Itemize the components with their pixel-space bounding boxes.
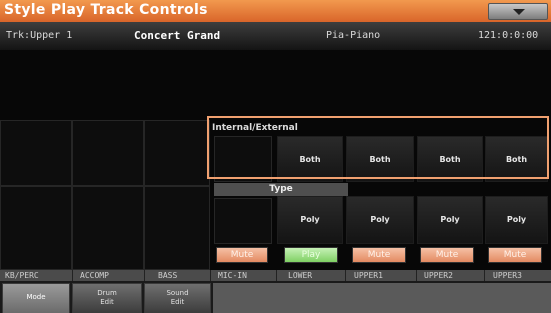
track-label-accomp: ACCOMP [80,271,109,280]
divider [144,270,145,281]
internal-external-highlight [207,116,549,179]
empty-cell [0,186,72,270]
tab-drum-edit[interactable]: Drum Edit [72,283,142,313]
track-label-kb-perc: KB/PERC [5,271,39,280]
divider [416,270,417,281]
empty-cell [72,120,144,186]
song-position: 121:0:0:00 [478,30,539,41]
lower-type[interactable]: Poly [277,196,343,244]
divider [276,270,277,281]
upper3-mute-button[interactable]: Mute [488,247,542,263]
lower-play-button[interactable]: Play [284,247,338,263]
track-info: Trk:Upper 1 [6,30,73,41]
track-label-bass: BASS [158,271,178,280]
track-name-bar: KB/PERC ACCOMP BASS MIC-IN LOWER UPPER1 … [0,270,551,281]
track-label-lower: LOWER [288,271,313,280]
upper3-type[interactable]: Poly [485,196,548,244]
tab-bar: Mode Drum Edit Sound Edit [0,281,551,313]
upper2-type[interactable]: Poly [417,196,483,244]
chevron-down-icon [513,9,525,15]
tab-mode[interactable]: Mode [2,283,70,313]
track-label-upper2: UPPER2 [424,271,453,280]
empty-cell [72,186,144,270]
upper2-mute-button[interactable]: Mute [420,247,474,263]
track-label-upper1: UPPER1 [354,271,383,280]
empty-cell [0,120,72,186]
divider [484,270,485,281]
upper1-type[interactable]: Poly [346,196,414,244]
track-label-mic-in: MIC-IN [218,271,247,280]
upper1-mute-button[interactable]: Mute [352,247,406,263]
type-label: Type [214,183,348,196]
page-menu-button[interactable] [488,3,548,20]
divider [345,270,346,281]
empty-cell [144,186,210,270]
mic-in-type-empty [214,198,272,244]
tab-sound-edit[interactable]: Sound Edit [144,283,211,313]
sound-category: Pia-Piano [326,30,381,41]
performance-name[interactable]: Concert Grand [134,29,220,42]
tab-bar-fill [213,283,551,313]
divider [210,270,211,281]
mic-in-mute-button[interactable]: Mute [216,247,268,263]
page-title: Style Play Track Controls [4,2,208,18]
empty-cell [144,120,210,186]
info-bar: Trk:Upper 1 Concert Grand Pia-Piano 121:… [0,22,551,50]
divider [72,270,73,281]
track-label-upper3: UPPER3 [493,271,522,280]
